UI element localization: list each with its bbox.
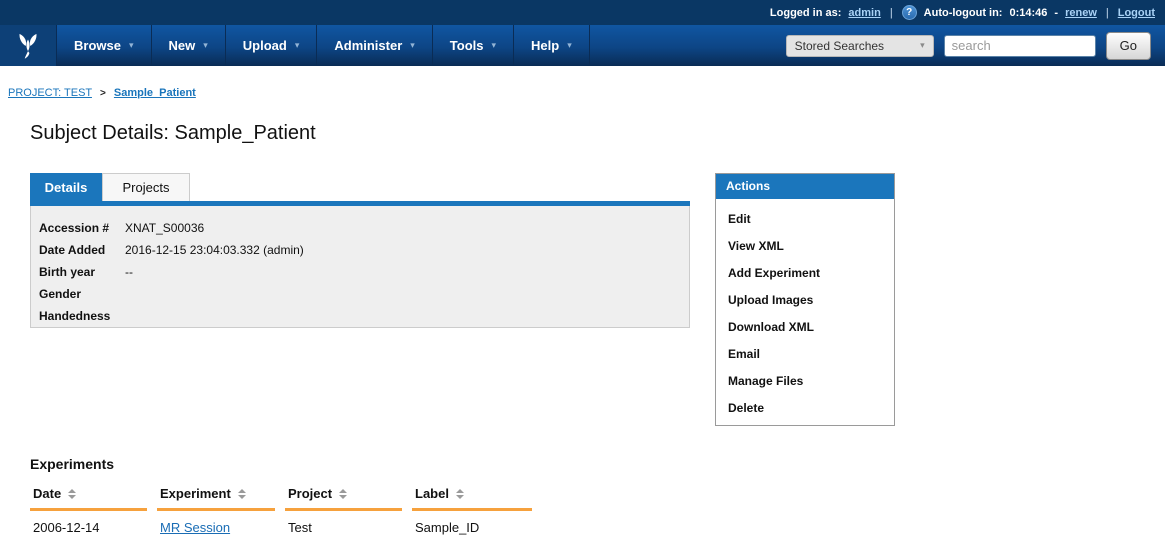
column-header-date[interactable]: Date bbox=[30, 486, 147, 511]
nav-menu-tools[interactable]: Tools ▾ bbox=[433, 25, 514, 66]
dash: - bbox=[1054, 7, 1058, 19]
field-row-gender: Gender bbox=[39, 287, 689, 301]
logout-link[interactable]: Logout bbox=[1118, 7, 1155, 19]
nav-spacer bbox=[590, 25, 786, 66]
actions-panel: Actions Edit View XML Add Experiment Upl… bbox=[715, 173, 895, 426]
breadcrumb-project-link[interactable]: PROJECT: TEST bbox=[8, 87, 92, 99]
help-icon[interactable]: ? bbox=[902, 5, 917, 20]
chevron-down-icon: ▾ bbox=[295, 40, 300, 51]
renew-link[interactable]: renew bbox=[1065, 7, 1097, 19]
field-label: Birth year bbox=[39, 265, 125, 279]
field-row-handedness: Handedness bbox=[39, 309, 689, 323]
tab-projects[interactable]: Projects bbox=[102, 173, 190, 201]
cell-experiment: MR Session bbox=[157, 520, 275, 535]
nav-menus: Browse ▾ New ▾ Upload ▾ Administer ▾ Too… bbox=[57, 25, 590, 66]
auto-logout-label: Auto-logout in: bbox=[924, 7, 1003, 19]
main-navbar: Browse ▾ New ▾ Upload ▾ Administer ▾ Too… bbox=[0, 25, 1165, 66]
field-value: -- bbox=[125, 265, 133, 279]
breadcrumb-separator: > bbox=[100, 88, 106, 99]
field-label: Gender bbox=[39, 287, 125, 301]
field-value: 2016-12-15 23:04:03.332 (admin) bbox=[125, 243, 304, 257]
field-row-date-added: Date Added 2016-12-15 23:04:03.332 (admi… bbox=[39, 243, 689, 257]
action-delete[interactable]: Delete bbox=[716, 394, 894, 421]
main-content: Details Projects Accession # XNAT_S00036… bbox=[30, 173, 1165, 426]
tab-details[interactable]: Details bbox=[30, 173, 102, 201]
field-value: XNAT_S00036 bbox=[125, 221, 204, 235]
field-row-accession: Accession # XNAT_S00036 bbox=[39, 221, 689, 235]
xnat-logo[interactable] bbox=[0, 25, 57, 66]
chevron-down-icon: ▾ bbox=[203, 40, 208, 51]
experiments-table: Date Experiment Project Label 2006-12-14… bbox=[30, 486, 540, 535]
cell-date: 2006-12-14 bbox=[30, 520, 147, 535]
table-row: 2006-12-14 MR Session Test Sample_ID bbox=[30, 511, 540, 535]
mr-session-link[interactable]: MR Session bbox=[160, 520, 230, 535]
sort-icon[interactable] bbox=[456, 489, 464, 499]
chevron-down-icon: ▾ bbox=[567, 40, 572, 51]
action-manage-files[interactable]: Manage Files bbox=[716, 367, 894, 394]
action-download-xml[interactable]: Download XML bbox=[716, 313, 894, 340]
details-panel: Accession # XNAT_S00036 Date Added 2016-… bbox=[30, 206, 690, 328]
page-title: Subject Details: Sample_Patient bbox=[30, 122, 1165, 145]
nav-menu-browse[interactable]: Browse ▾ bbox=[57, 25, 152, 66]
cell-label: Sample_ID bbox=[412, 520, 532, 535]
nav-menu-upload[interactable]: Upload ▾ bbox=[226, 25, 318, 66]
sort-icon[interactable] bbox=[238, 489, 246, 499]
subject-details-section: Details Projects Accession # XNAT_S00036… bbox=[30, 173, 690, 328]
field-label: Date Added bbox=[39, 243, 125, 257]
nav-menu-help[interactable]: Help ▾ bbox=[514, 25, 590, 66]
breadcrumb: PROJECT: TEST > Sample_Patient bbox=[8, 87, 1165, 99]
sort-icon[interactable] bbox=[68, 489, 76, 499]
logged-in-user-link[interactable]: admin bbox=[848, 7, 880, 19]
logged-in-label: Logged in as: bbox=[770, 7, 842, 19]
search-input[interactable] bbox=[944, 35, 1096, 57]
action-add-experiment[interactable]: Add Experiment bbox=[716, 259, 894, 286]
separator: | bbox=[1104, 7, 1111, 19]
field-row-birth-year: Birth year -- bbox=[39, 265, 689, 279]
actions-panel-title: Actions bbox=[716, 174, 894, 199]
column-header-project[interactable]: Project bbox=[285, 486, 402, 511]
auto-logout-timer: 0:14:46 bbox=[1009, 7, 1047, 19]
nav-menu-administer[interactable]: Administer ▾ bbox=[317, 25, 432, 66]
action-edit[interactable]: Edit bbox=[716, 205, 894, 232]
go-button[interactable]: Go bbox=[1106, 32, 1151, 60]
chevron-down-icon: ▾ bbox=[492, 40, 497, 51]
chevron-down-icon: ▾ bbox=[920, 40, 925, 51]
cell-project: Test bbox=[285, 520, 402, 535]
tab-bar: Details Projects bbox=[30, 173, 690, 201]
chevron-down-icon: ▾ bbox=[410, 40, 415, 51]
top-utility-bar: Logged in as: admin | ? Auto-logout in: … bbox=[0, 0, 1165, 25]
nav-search-area: Stored Searches ▾ Go bbox=[786, 25, 1165, 66]
chevron-down-icon: ▾ bbox=[129, 40, 134, 51]
action-email[interactable]: Email bbox=[716, 340, 894, 367]
experiments-title: Experiments bbox=[30, 456, 1165, 472]
experiments-section: Experiments Date Experiment Project Labe… bbox=[30, 456, 1165, 535]
column-header-experiment[interactable]: Experiment bbox=[157, 486, 275, 511]
field-label: Handedness bbox=[39, 309, 125, 323]
action-upload-images[interactable]: Upload Images bbox=[716, 286, 894, 313]
stored-searches-select[interactable]: Stored Searches ▾ bbox=[786, 35, 934, 57]
action-view-xml[interactable]: View XML bbox=[716, 232, 894, 259]
actions-list: Edit View XML Add Experiment Upload Imag… bbox=[716, 199, 894, 425]
experiments-table-header: Date Experiment Project Label bbox=[30, 486, 540, 511]
field-label: Accession # bbox=[39, 221, 125, 235]
column-header-label[interactable]: Label bbox=[412, 486, 532, 511]
separator: | bbox=[888, 7, 895, 19]
breadcrumb-subject-link[interactable]: Sample_Patient bbox=[114, 87, 196, 99]
sort-icon[interactable] bbox=[339, 489, 347, 499]
xnat-logo-icon bbox=[13, 31, 43, 61]
nav-menu-new[interactable]: New ▾ bbox=[152, 25, 226, 66]
